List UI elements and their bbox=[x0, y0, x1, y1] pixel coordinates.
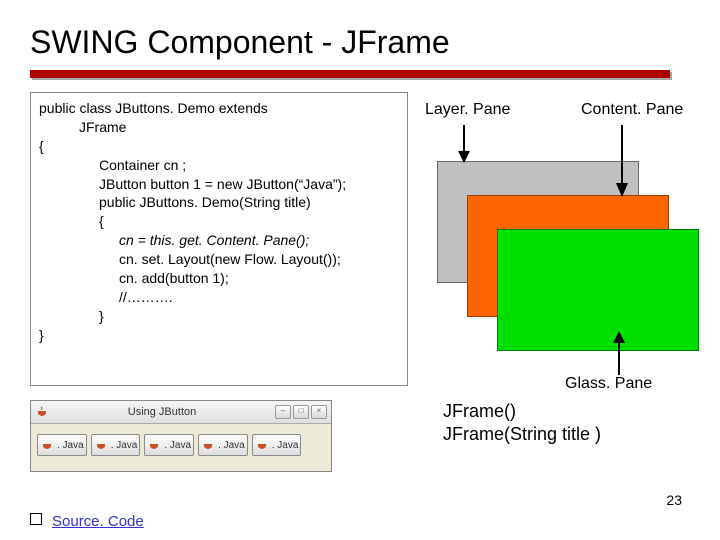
demo-window-body: . Java . Java . Java . Java . Java bbox=[31, 424, 331, 466]
code-line: public class JButtons. Demo extends bbox=[39, 99, 399, 118]
constructor-list: JFrame() JFrame(String title ) bbox=[443, 400, 601, 447]
code-line: { bbox=[39, 137, 399, 156]
constructor-item: JFrame(String title ) bbox=[443, 423, 601, 446]
java-cup-icon bbox=[255, 438, 269, 452]
bullet-icon bbox=[30, 513, 42, 525]
arrow-up-icon bbox=[610, 331, 628, 375]
demo-button-label: . Java bbox=[57, 440, 84, 451]
java-cup-icon bbox=[40, 438, 54, 452]
demo-button-label: . Java bbox=[164, 440, 191, 451]
close-icon[interactable]: × bbox=[311, 405, 327, 419]
demo-titlebar: Using JButton – □ × bbox=[31, 401, 331, 424]
slide: SWING Component - JFrame public class JB… bbox=[0, 0, 720, 540]
demo-button-label: . Java bbox=[218, 440, 245, 451]
page-title: SWING Component - JFrame bbox=[30, 24, 450, 61]
window-buttons: – □ × bbox=[275, 405, 327, 419]
java-cup-icon bbox=[201, 438, 215, 452]
code-line: } bbox=[39, 326, 399, 345]
code-line-highlight: cn = this. get. Content. Pane(); bbox=[119, 231, 399, 250]
minimize-icon[interactable]: – bbox=[275, 405, 291, 419]
code-line: JFrame bbox=[79, 118, 399, 137]
page-number: 23 bbox=[666, 492, 682, 508]
maximize-icon[interactable]: □ bbox=[293, 405, 309, 419]
demo-button[interactable]: . Java bbox=[252, 434, 302, 456]
code-line: cn. set. Layout(new Flow. Layout()); bbox=[119, 250, 399, 269]
code-line: { bbox=[99, 212, 399, 231]
demo-button-label: . Java bbox=[111, 440, 138, 451]
code-line: cn. add(button 1); bbox=[119, 269, 399, 288]
constructor-item: JFrame() bbox=[443, 400, 601, 423]
glass-pane-box bbox=[497, 229, 699, 351]
code-line: //………. bbox=[119, 288, 399, 307]
panes-diagram: Layer. Pane Content. Pane Glass. Pane bbox=[415, 95, 705, 390]
layer-pane-label: Layer. Pane bbox=[425, 101, 510, 119]
arrow-down-icon bbox=[613, 123, 631, 197]
content-pane-label: Content. Pane bbox=[581, 101, 683, 119]
demo-button[interactable]: . Java bbox=[198, 434, 248, 456]
code-box: public class JButtons. Demo extends JFra… bbox=[30, 92, 408, 386]
code-line: Container cn ; bbox=[99, 156, 399, 175]
title-rule bbox=[30, 70, 670, 78]
demo-button-label: . Java bbox=[272, 440, 299, 451]
demo-window: Using JButton – □ × . Java . Java . Java bbox=[30, 400, 332, 472]
glass-pane-label: Glass. Pane bbox=[565, 375, 652, 393]
demo-button[interactable]: . Java bbox=[91, 434, 141, 456]
code-line: JButton button 1 = new JButton(“Java”); bbox=[99, 175, 399, 194]
demo-button[interactable]: . Java bbox=[37, 434, 87, 456]
java-cup-icon bbox=[94, 438, 108, 452]
java-cup-icon bbox=[147, 438, 161, 452]
source-code-link[interactable]: Source. Code bbox=[52, 513, 144, 530]
arrow-down-icon bbox=[455, 123, 473, 163]
java-cup-icon bbox=[35, 405, 49, 419]
code-line: public JButtons. Demo(String title) bbox=[99, 193, 399, 212]
demo-window-title: Using JButton bbox=[55, 406, 269, 418]
demo-button[interactable]: . Java bbox=[144, 434, 194, 456]
code-line: } bbox=[99, 307, 399, 326]
